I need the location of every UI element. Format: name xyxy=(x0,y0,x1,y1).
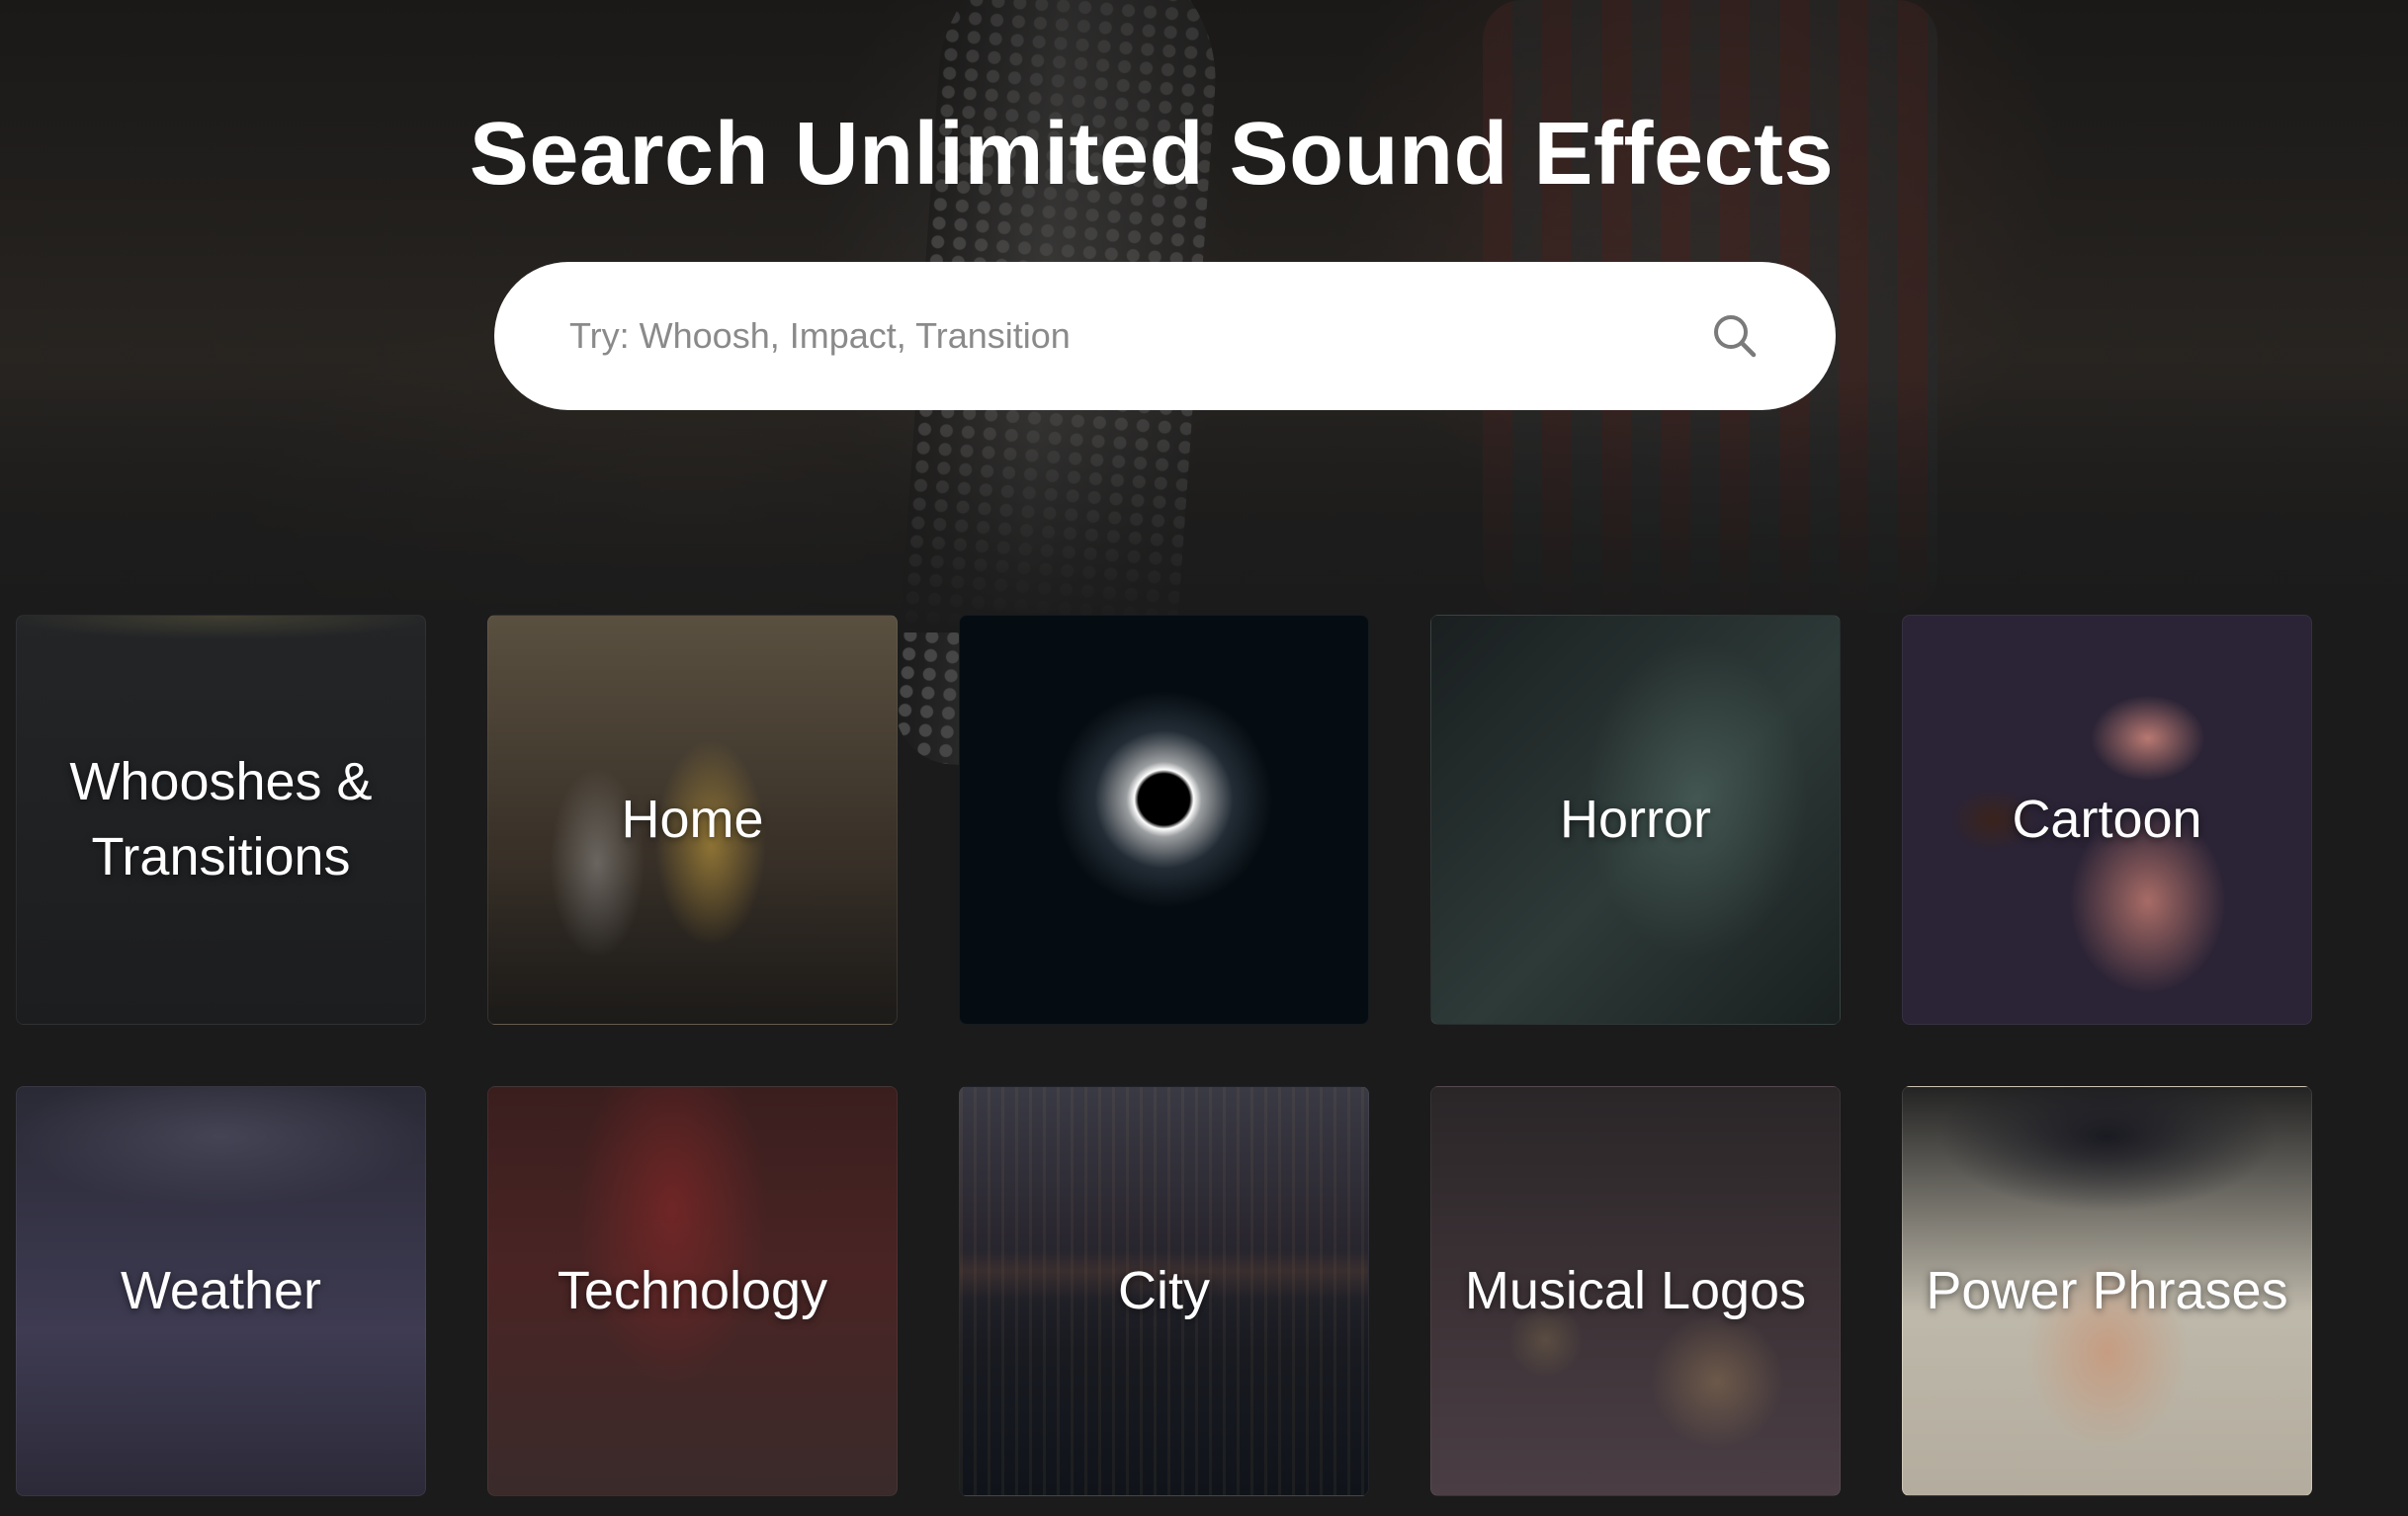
category-tile-horror[interactable]: Horror xyxy=(1430,615,1841,1025)
category-tile-technology[interactable]: Technology xyxy=(487,1086,898,1496)
category-tile-weather[interactable]: Weather xyxy=(16,1086,426,1496)
category-label: Technology xyxy=(557,1260,828,1320)
category-tile-whooshes-transitions[interactable]: Whooshes & Transitions xyxy=(16,615,426,1025)
category-tile-eclipse[interactable] xyxy=(959,615,1369,1025)
category-label: Home xyxy=(621,789,764,849)
page: Search Unlimited Sound Effects Whooshes … xyxy=(0,0,2408,1516)
eclipse-image xyxy=(960,616,1368,1024)
category-tile-cartoon[interactable]: Cartoon xyxy=(1902,615,2312,1025)
category-label: Musical Logos xyxy=(1464,1260,1807,1320)
category-tile-power-phrases[interactable]: Power Phrases xyxy=(1902,1086,2312,1496)
category-label: Horror xyxy=(1559,789,1711,849)
category-tile-musical-logos[interactable]: Musical Logos xyxy=(1430,1086,1841,1496)
category-grid: Whooshes & Transitions Home Horror Carto… xyxy=(16,615,2312,1496)
category-tile-city[interactable]: City xyxy=(959,1086,1369,1496)
search-bar xyxy=(494,262,1836,410)
category-label: City xyxy=(1118,1260,1210,1320)
search-input[interactable] xyxy=(494,262,1705,410)
category-tile-home[interactable]: Home xyxy=(487,615,898,1025)
category-label: Weather xyxy=(120,1260,322,1320)
hero-title: Search Unlimited Sound Effects xyxy=(469,105,1835,204)
category-label: Power Phrases xyxy=(1926,1260,2288,1320)
hero-section: Search Unlimited Sound Effects xyxy=(0,0,2408,780)
category-label: Whooshes & Transitions xyxy=(69,751,373,886)
search-icon[interactable] xyxy=(1705,306,1764,366)
category-label: Cartoon xyxy=(2012,789,2202,849)
